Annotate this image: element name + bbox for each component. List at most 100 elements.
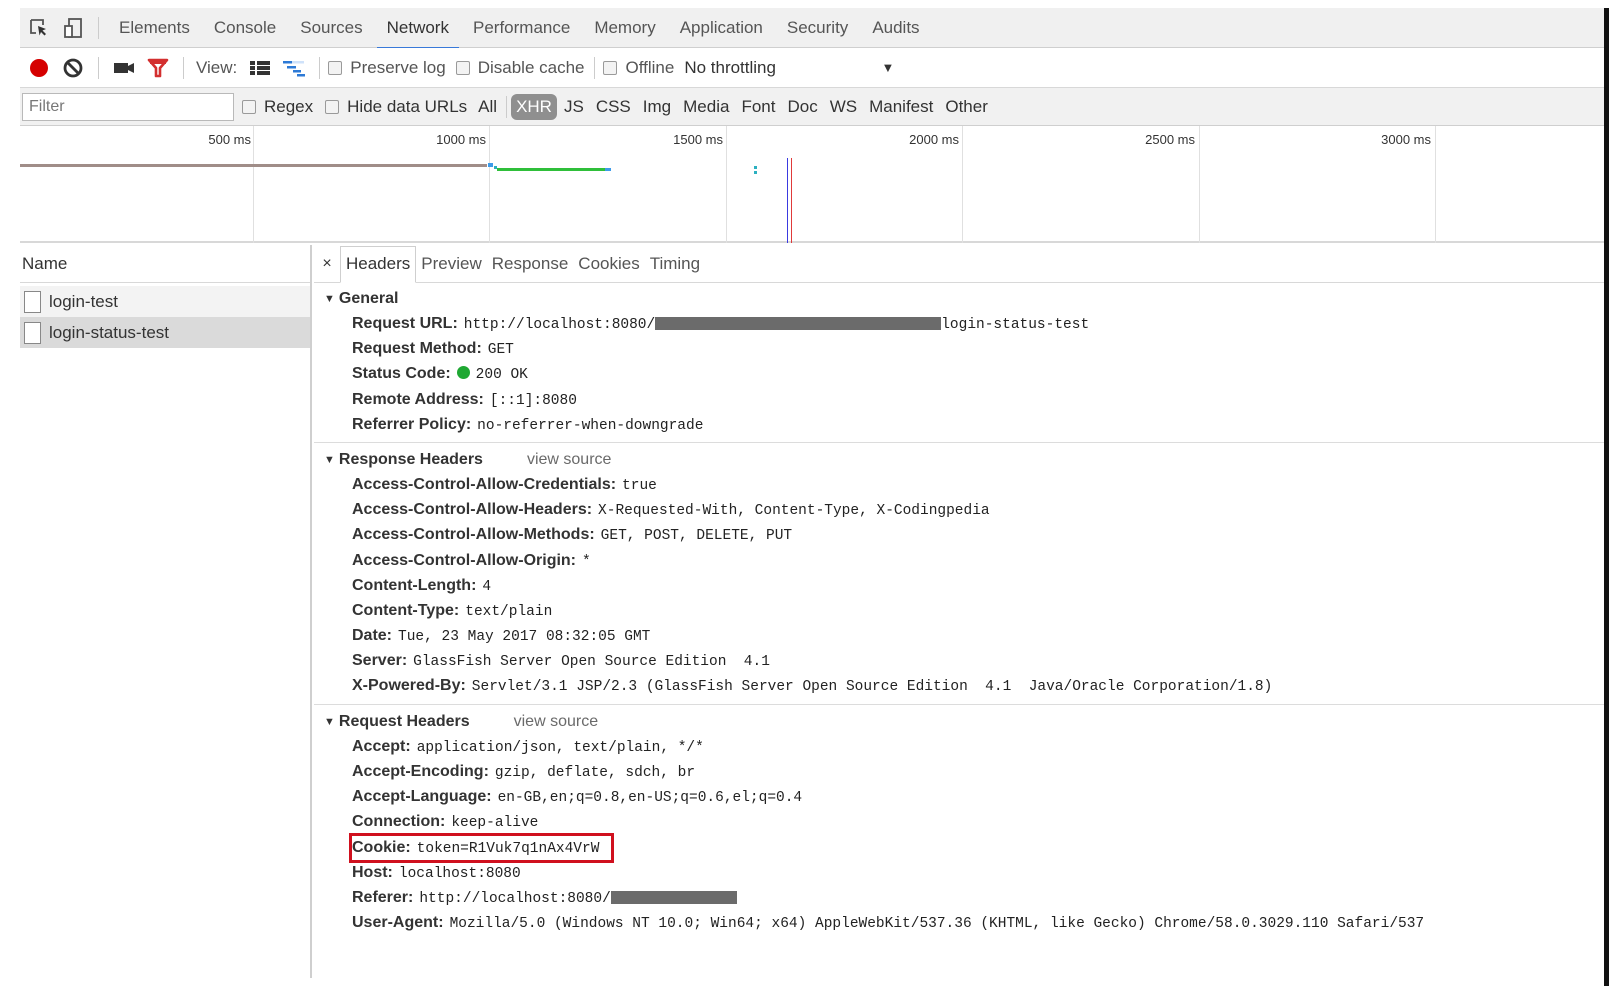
header-key: User-Agent: [352, 913, 444, 931]
tab-response[interactable]: Response [487, 245, 574, 283]
request-headers-section: ▼ Request Headers view source Accept: appli… [314, 705, 1604, 941]
type-filter-xhr[interactable]: XHR [511, 93, 557, 120]
section-title: Request Headers [338, 712, 470, 730]
header-value: * [582, 553, 591, 570]
grid-line [1435, 126, 1436, 243]
type-filter-all[interactable]: All [473, 94, 502, 120]
tab-console[interactable]: Console [202, 8, 288, 48]
general-section-toggle[interactable]: ▼ General [324, 288, 1604, 310]
redacted-block [610, 890, 737, 904]
name-column-header[interactable]: Name [20, 245, 310, 283]
header-value: X-Requested-With, Content-Type, X-Coding… [598, 503, 990, 520]
waiting-bar [20, 164, 487, 167]
tab-preview[interactable]: Preview [416, 245, 486, 283]
header-value: token=R1Vuk7q1nAx4VrW [416, 841, 600, 858]
request-row[interactable]: login-status-test [20, 317, 310, 348]
preserve-log-checkbox[interactable]: Preserve log [328, 58, 446, 78]
type-filter-other[interactable]: Other [940, 94, 993, 120]
tab-performance[interactable]: Performance [461, 8, 582, 48]
file-icon [24, 321, 41, 344]
grid-line [962, 126, 963, 243]
device-toolbar-icon[interactable] [56, 11, 90, 45]
type-filter-img[interactable]: Img [638, 94, 676, 120]
tab-sources[interactable]: Sources [288, 8, 374, 48]
capture-screenshots-icon[interactable] [107, 51, 141, 85]
large-request-rows-icon[interactable] [243, 51, 277, 85]
download-bar [497, 168, 609, 171]
details-tab-bar: × Headers Preview Response Cookies Timin… [314, 245, 1604, 283]
header-value: Servlet/3.1 JSP/2.3 (GlassFish Server Op… [471, 679, 1273, 696]
type-filter-font[interactable]: Font [736, 94, 780, 120]
tick-label-2500: 2500 ms [1145, 132, 1195, 147]
view-source-link[interactable]: view source [514, 713, 598, 731]
record-button[interactable] [22, 51, 56, 85]
tick-label-1000: 1000 ms [436, 132, 486, 147]
tab-cookies[interactable]: Cookies [573, 245, 644, 283]
type-filter-js[interactable]: JS [559, 94, 589, 120]
header-value: login-status-test [941, 317, 1090, 333]
tab-network[interactable]: Network [375, 8, 461, 49]
separator [319, 56, 321, 79]
header-value: application/json, text/plain, */* [416, 739, 704, 756]
header-key: Status Code: [352, 365, 451, 383]
request-dot [754, 171, 757, 174]
checkbox-box[interactable] [242, 99, 256, 114]
tab-application[interactable]: Application [668, 8, 775, 48]
type-filter-doc[interactable]: Doc [782, 94, 822, 120]
filter-icon[interactable] [141, 51, 175, 85]
type-filter-ws[interactable]: WS [825, 94, 862, 120]
header-key: Remote Address: [352, 390, 484, 408]
response-headers-toggle[interactable]: ▼ Response Headers view source [324, 449, 1604, 471]
tab-audits[interactable]: Audits [860, 8, 931, 48]
redacted-block [655, 317, 942, 331]
close-icon[interactable]: × [314, 255, 340, 273]
offline-checkbox[interactable]: Offline [603, 58, 674, 78]
request-list-panel: Name login-test login-status-test [20, 245, 312, 978]
request-row[interactable]: login-test [20, 286, 310, 317]
header-key: Request Method: [352, 340, 482, 358]
checkbox-box[interactable] [325, 99, 340, 114]
tick-label-500: 500 ms [208, 132, 251, 147]
offline-label: Offline [625, 57, 675, 77]
main-tab-bar: Elements Console Sources Network Perform… [20, 8, 1604, 49]
header-key: Date: [352, 627, 393, 645]
inspect-element-icon[interactable] [22, 11, 56, 45]
timeline-overview[interactable]: 500 ms 1000 ms 1500 ms 2000 ms 2500 ms 3… [20, 126, 1604, 243]
clear-icon[interactable] [56, 51, 90, 85]
checkbox-box[interactable] [603, 60, 618, 75]
checkbox-box[interactable] [328, 60, 343, 75]
tab-elements[interactable]: Elements [107, 8, 202, 48]
dom-content-loaded-line [787, 158, 788, 243]
hide-data-urls-checkbox[interactable]: Hide data URLs [325, 97, 467, 117]
header-row: Access-Control-Allow-Origin: * [324, 547, 1604, 572]
waterfall-overview-icon[interactable] [277, 51, 311, 85]
type-filter-manifest[interactable]: Manifest [864, 94, 938, 120]
section-title: General [338, 290, 399, 307]
tab-timing[interactable]: Timing [645, 245, 705, 283]
grid-line [1199, 126, 1200, 243]
regex-checkbox[interactable]: Regex [242, 97, 313, 117]
type-filter-css[interactable]: CSS [591, 94, 636, 120]
header-key: X-Powered-By: [352, 677, 466, 695]
section-title: Response Headers [338, 450, 483, 468]
view-label: View: [196, 57, 238, 77]
grid-line [489, 126, 490, 243]
request-headers-toggle[interactable]: ▼ Request Headers view source [324, 711, 1604, 733]
header-key: Server: [352, 652, 408, 670]
regex-label: Regex [264, 96, 314, 116]
disable-cache-checkbox[interactable]: Disable cache [455, 58, 584, 78]
header-value: 200 OK [475, 367, 528, 384]
header-key: Access-Control-Allow-Origin: [352, 551, 577, 569]
separator [506, 95, 508, 118]
tab-security[interactable]: Security [775, 8, 860, 48]
type-filter-media[interactable]: Media [678, 94, 734, 120]
view-source-link[interactable]: view source [527, 451, 611, 469]
header-row: Host: localhost:8080 [324, 859, 1604, 884]
tab-headers[interactable]: Headers [340, 246, 417, 283]
checkbox-box[interactable] [455, 60, 470, 75]
header-key: Accept: [352, 737, 411, 755]
tab-memory[interactable]: Memory [582, 8, 667, 48]
filter-input[interactable] [22, 92, 234, 121]
request-dot [754, 166, 757, 169]
throttling-select[interactable]: No throttling ▼ [684, 58, 894, 78]
